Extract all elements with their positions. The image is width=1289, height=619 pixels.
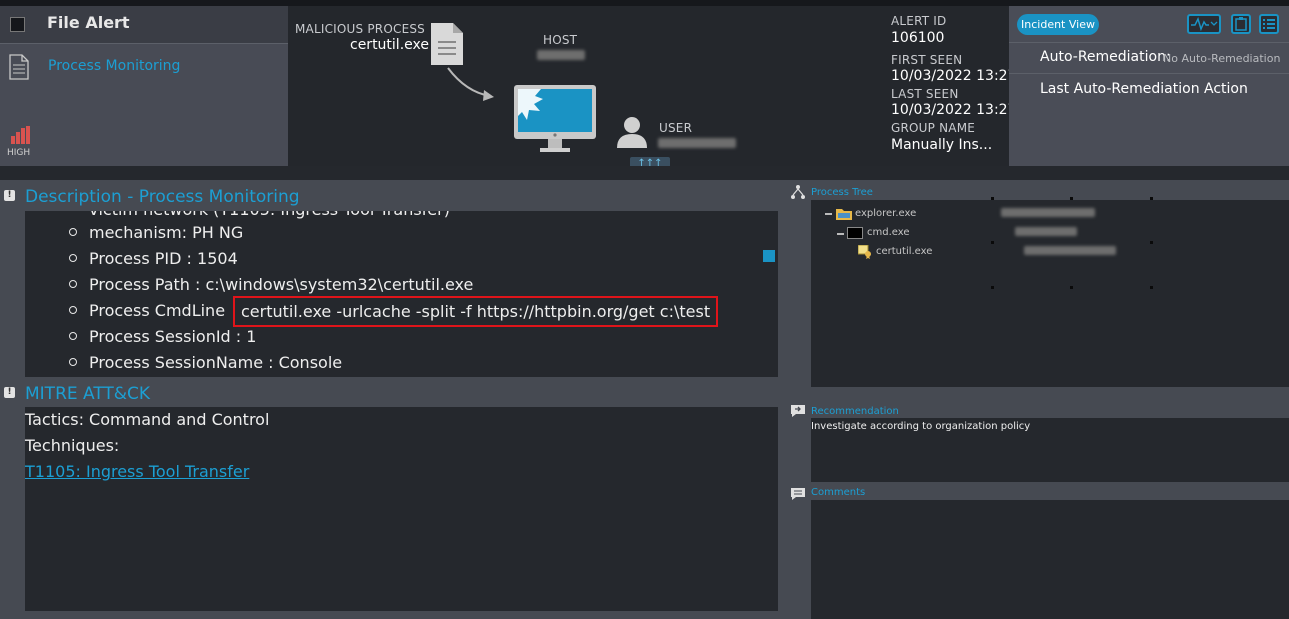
resize-handle xyxy=(991,286,994,289)
techniques-label: Techniques: xyxy=(25,436,120,455)
host-label: HOST xyxy=(543,33,578,47)
divider xyxy=(1009,42,1289,43)
incident-view-button[interactable]: Incident View xyxy=(1017,14,1099,35)
first-seen-label: FIRST SEEN xyxy=(891,53,963,67)
description-panel: victim network (T1105: Ingress Tool Tran… xyxy=(25,211,778,377)
resize-handle xyxy=(1070,286,1073,289)
mitre-title: MITRE ATT&CK xyxy=(25,384,151,404)
list-item: Process SessionName : Console xyxy=(69,353,342,372)
malicious-file-icon[interactable] xyxy=(430,22,464,66)
select-checkbox[interactable] xyxy=(10,17,25,32)
group-name-value: Manually Ins... xyxy=(891,137,993,153)
list-item: Process SessionId : 1 xyxy=(69,327,256,346)
auto-remediation-value: No Auto-Remediation xyxy=(1163,52,1281,65)
divider xyxy=(0,43,288,44)
collapse-icon[interactable] xyxy=(837,233,844,235)
resize-handle xyxy=(1070,197,1073,200)
comments-panel[interactable] xyxy=(811,500,1289,619)
console-icon xyxy=(847,227,863,239)
resize-handle xyxy=(1150,286,1153,289)
list-item: Process PID : 1504 xyxy=(69,249,238,268)
malicious-process-name: certutil.exe xyxy=(350,37,429,53)
resize-handle xyxy=(1150,241,1153,244)
divider xyxy=(1009,73,1289,74)
tree-node-cmd[interactable]: cmd.exe xyxy=(867,227,910,238)
process-tree-icon xyxy=(791,185,805,199)
recommendation-title: Recommendation xyxy=(811,406,899,417)
technique-link[interactable]: T1105: Ingress Tool Transfer xyxy=(25,462,249,481)
malicious-process-label: MALICIOUS PROCESS xyxy=(295,22,425,36)
last-remediation-action[interactable]: Last Auto-Remediation Action xyxy=(1040,81,1248,97)
module-link[interactable]: Process Monitoring xyxy=(48,58,180,74)
auto-remediation-label: Auto-Remediation: xyxy=(1040,49,1171,65)
group-name-label: GROUP NAME xyxy=(891,121,976,135)
user-name-redacted xyxy=(658,138,736,148)
cmdline-value: certutil.exe -urlcache -split -f https:/… xyxy=(241,302,711,321)
list-item: Process CmdLine xyxy=(69,301,225,320)
computer-infected-icon[interactable] xyxy=(513,84,597,154)
header-band xyxy=(0,166,1289,180)
comments-title: Comments xyxy=(811,487,866,498)
scroll-handle[interactable] xyxy=(763,250,775,262)
cmdline-highlight: certutil.exe -urlcache -split -f https:/… xyxy=(233,296,719,327)
list-item: Process Path : c:\windows\system32\certu… xyxy=(69,275,473,294)
tooltip-line-redacted xyxy=(1024,246,1116,255)
folder-icon xyxy=(836,209,852,220)
user-icon xyxy=(617,117,647,148)
host-name-redacted xyxy=(537,50,585,60)
activity-icon[interactable] xyxy=(1187,14,1221,34)
tooltip-line-redacted xyxy=(1015,227,1077,236)
alert-title: File Alert xyxy=(47,13,130,32)
mitre-panel: Tactics: Command and Control Techniques:… xyxy=(25,407,778,611)
info-icon: ! xyxy=(4,387,15,398)
tree-node-explorer[interactable]: explorer.exe xyxy=(855,208,916,219)
resize-handle xyxy=(1150,197,1153,200)
alert-id-value: 106100 xyxy=(891,30,945,46)
clipboard-icon[interactable] xyxy=(1231,14,1251,34)
resize-handle xyxy=(991,197,994,200)
resize-handle xyxy=(991,241,994,244)
comments-icon xyxy=(791,488,805,500)
recommendation-icon xyxy=(791,405,805,417)
process-tree-title: Process Tree xyxy=(811,187,873,198)
user-label: USER xyxy=(659,121,693,135)
tree-node-certutil[interactable]: certutil.exe xyxy=(876,246,932,257)
severity-bars-icon xyxy=(11,126,30,144)
tactics-text: Tactics: Command and Control xyxy=(25,410,270,429)
last-seen-label: LAST SEEN xyxy=(891,87,959,101)
list-icon[interactable] xyxy=(1259,14,1279,34)
recommendation-panel: Investigate according to organization po… xyxy=(811,418,1289,482)
list-item: mechanism: PH NG xyxy=(69,223,243,242)
description-cut-line: victim network (T1105: Ingress Tool Tran… xyxy=(69,211,450,219)
last-seen-value: 10/03/2022 13:27 xyxy=(891,102,1017,118)
certificate-icon xyxy=(858,245,871,259)
alert-id-label: ALERT ID xyxy=(891,14,947,28)
flow-arrow-icon xyxy=(447,67,494,101)
info-icon: ! xyxy=(4,190,15,201)
severity-label: HIGH xyxy=(7,148,31,158)
alert-title-bar xyxy=(0,6,288,43)
tooltip-line-redacted xyxy=(1001,208,1095,217)
document-icon xyxy=(9,54,29,80)
first-seen-value: 10/03/2022 13:27 xyxy=(891,68,1017,84)
collapse-icon[interactable] xyxy=(825,213,832,215)
recommendation-text: Investigate according to organization po… xyxy=(811,421,1031,432)
description-title: Description - Process Monitoring xyxy=(25,187,300,207)
